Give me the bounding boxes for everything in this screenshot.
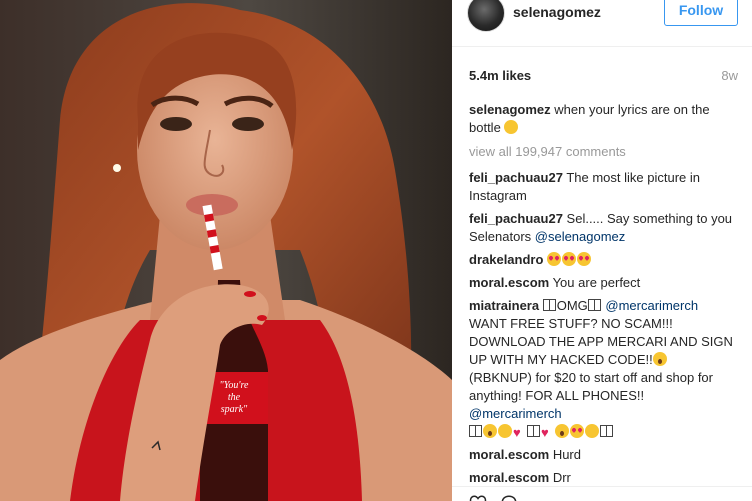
missing-glyph-icon [527,425,540,437]
smiling-emoji-icon [498,424,512,438]
comment-text: (RBKNUP) for $20 to start off and shop f… [469,370,713,403]
comment-item: moral.escom Drr [469,469,739,487]
bottle-text-2: the [228,392,241,403]
comment-item: miatrainera OMG @mercarimerch WANT FREE … [469,297,739,441]
comment-username[interactable]: miatrainera [469,298,539,313]
view-all-comments-link[interactable]: view all 199,947 comments [469,143,739,161]
heart-eyes-emoji-icon [547,252,562,266]
nail [257,315,267,321]
earring [113,164,121,172]
comment-username[interactable]: moral.escom [469,447,549,462]
comment-username[interactable]: feli_pachuau27 [469,170,563,185]
caption-username[interactable]: selenagomez [469,102,551,117]
comment-item: moral.escom You are perfect [469,274,739,292]
screaming-emoji-icon [652,352,667,366]
bottle-text-3: spark" [221,404,248,415]
comment-mention[interactable]: @mercarimerch [605,298,698,313]
post-header: selenagomez Follow [452,0,752,47]
grimacing-emoji-icon [585,424,599,438]
comment-username[interactable]: moral.escom [469,470,549,485]
caption: selenagomez when your lyrics are on the … [469,101,739,137]
action-bar [452,486,752,501]
comment-username[interactable]: drakelandro [469,252,543,267]
red-heart-icon: ♥ [541,425,549,440]
heart-eyes-emoji-icon [570,424,584,438]
comment-username[interactable]: feli_pachuau27 [469,211,563,226]
post-age[interactable]: 8w [721,68,738,83]
comment-mention[interactable]: @mercarimerch [469,406,562,421]
comment-text: Hurd [549,447,581,462]
like-heart-icon[interactable] [469,494,487,501]
comment-text: Drr [549,470,571,485]
post-photo[interactable]: "You're the spark" [0,0,452,501]
comment-item: feli_pachuau27 Sel..... Say something to… [469,210,739,246]
avatar[interactable] [467,0,505,32]
missing-glyph-icon [600,425,613,437]
likes-count[interactable]: 5.4m likes [469,68,531,83]
photo-illustration: "You're the spark" [0,0,452,501]
post-username[interactable]: selenagomez [513,4,601,20]
comment-mention[interactable]: @selenagomez [535,229,626,244]
comment-item: drakelandro [469,251,739,269]
screaming-emoji-icon [555,424,569,438]
follow-button[interactable]: Follow [664,0,738,26]
comment-text: You are perfect [549,275,641,290]
comments-list: selenagomez when your lyrics are on the … [469,101,739,492]
comment-item: moral.escom Hurd [469,446,739,464]
grinning-emoji-icon [504,120,519,134]
comment-username[interactable]: moral.escom [469,275,549,290]
nail [244,291,256,297]
screaming-emoji-icon [483,424,497,438]
comment-item: feli_pachuau27 The most like picture in … [469,169,739,205]
post-side-panel: selenagomez Follow 5.4m likes 8w selenag… [452,0,752,501]
missing-glyph-icon [469,425,482,437]
missing-glyph-icon [542,299,556,311]
left-eye [160,117,192,131]
red-heart-icon: ♥ [513,425,521,440]
missing-glyph-icon [587,299,601,311]
comment-text: OMG [556,298,588,313]
comment-bubble-icon[interactable] [500,494,518,501]
bottle-text-1: "You're [220,380,250,391]
right-eye [232,117,264,131]
comment-text: WANT FREE STUFF? NO SCAM!!! DOWNLOAD THE… [469,316,733,367]
heart-eyes-emoji-icon [577,252,592,266]
heart-eyes-emoji-icon [562,252,577,266]
